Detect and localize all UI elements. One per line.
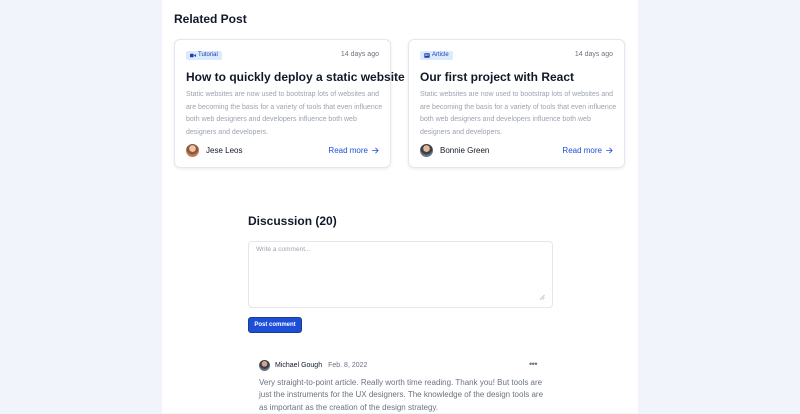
post-comment-button[interactable]: Post comment — [248, 317, 302, 333]
arrow-right-icon — [372, 147, 379, 154]
author-name: Jese Leos — [206, 146, 243, 155]
post-title[interactable]: How to quickly deploy a static website — [186, 70, 405, 84]
video-icon — [190, 53, 196, 58]
related-post-heading: Related Post — [174, 12, 247, 26]
post-category-badge[interactable]: Article — [420, 51, 453, 60]
arrow-right-icon — [606, 147, 613, 154]
post-category-badge[interactable]: Tutorial — [186, 51, 222, 60]
read-more-link[interactable]: Read more — [328, 146, 379, 155]
comment-author[interactable]: Michael Gough — [275, 362, 322, 369]
post-description: Static websites are now used to bootstra… — [186, 91, 383, 136]
comment-date: Feb. 8, 2022 — [328, 362, 368, 369]
badge-label: Article — [432, 52, 449, 58]
post-date: 14 days ago — [340, 51, 379, 58]
author-name: Bonnie Green — [440, 146, 490, 155]
article-icon — [424, 53, 430, 58]
post-description: Static websites are now used to bootstra… — [420, 91, 617, 136]
comment-text: Very straight-to-point article. Really w… — [259, 378, 544, 412]
post-card: Article 14 days ago Our first project wi… — [408, 39, 625, 168]
post-card: Tutorial 14 days ago How to quickly depl… — [174, 39, 405, 168]
read-more-link[interactable]: Read more — [562, 146, 613, 155]
avatar — [259, 360, 270, 371]
comment-form — [248, 241, 553, 308]
post-author: Bonnie Green — [420, 144, 489, 157]
avatar — [186, 144, 199, 157]
comment-header: Michael Gough Feb. 8, 2022 — [259, 360, 367, 371]
more-horizontal-icon[interactable]: ••• — [527, 360, 539, 370]
resize-handle-icon[interactable] — [539, 294, 545, 300]
read-more-label: Read more — [562, 146, 602, 155]
post-author: Jese Leos — [186, 144, 242, 157]
post-date: 14 days ago — [574, 51, 613, 58]
avatar — [420, 144, 433, 157]
badge-label: Tutorial — [198, 52, 218, 58]
comment-input[interactable] — [249, 242, 552, 307]
post-title[interactable]: Our first project with React — [420, 70, 574, 84]
read-more-label: Read more — [328, 146, 368, 155]
discussion-heading: Discussion (20) — [248, 214, 337, 228]
